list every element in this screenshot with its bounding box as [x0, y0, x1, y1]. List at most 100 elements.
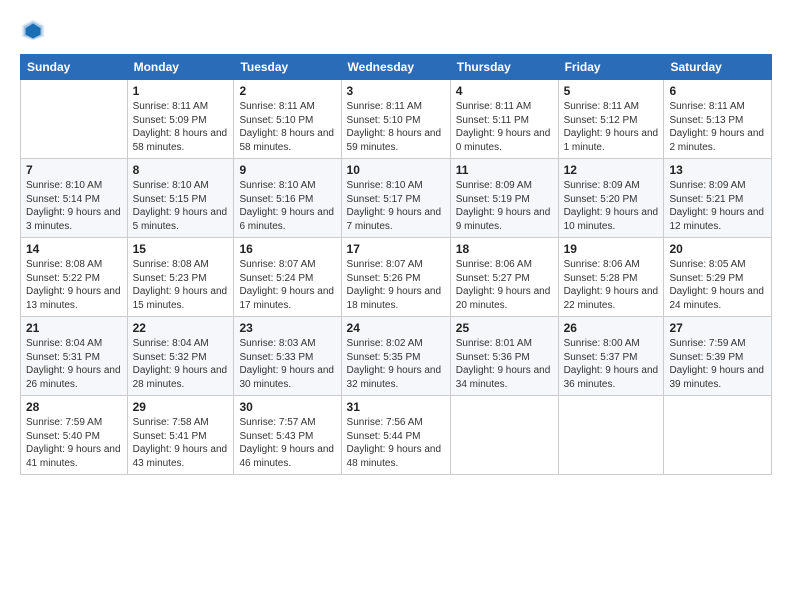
calendar-cell: 14 Sunrise: 8:08 AM Sunset: 5:22 PM Dayli… — [21, 238, 128, 317]
calendar-cell: 13 Sunrise: 8:09 AM Sunset: 5:21 PM Dayli… — [664, 159, 772, 238]
weekday-header: Thursday — [450, 55, 558, 80]
cell-date: 2 — [239, 84, 335, 98]
weekday-header: Friday — [558, 55, 664, 80]
calendar-cell: 12Sunrise: 8:09 AM Sunset: 5:20 PM Dayli… — [558, 159, 664, 238]
cell-date: 21 — [26, 321, 122, 335]
cell-info: Sunrise: 8:06 AM Sunset: 5:27 PM Dayligh… — [456, 258, 553, 312]
cell-info: Sunrise: 8:06 AM Sunset: 5:28 PM Dayligh… — [564, 258, 659, 312]
calendar-cell: 21 Sunrise: 8:04 AM Sunset: 5:31 PM Dayli… — [21, 317, 128, 396]
calendar-cell: 24 Sunrise: 8:02 AM Sunset: 5:35 PM Dayli… — [341, 317, 450, 396]
calendar-cell: 30 Sunrise: 7:57 AM Sunset: 5:43 PM Dayli… — [234, 396, 341, 475]
cell-info: Sunrise: 8:07 AM Sunset: 5:26 PM Dayligh… — [347, 258, 445, 312]
weekday-header: Sunday — [21, 55, 128, 80]
cell-date: 6 — [669, 84, 766, 98]
cell-info: Sunrise: 8:10 AM Sunset: 5:17 PM Dayligh… — [347, 179, 445, 233]
cell-info: Sunrise: 8:03 AM Sunset: 5:33 PM Dayligh… — [239, 337, 335, 391]
cell-info: Sunrise: 8:05 AM Sunset: 5:29 PM Dayligh… — [669, 258, 766, 312]
calendar-cell: 26Sunrise: 8:00 AM Sunset: 5:37 PM Dayli… — [558, 317, 664, 396]
weekday-header: Monday — [127, 55, 234, 80]
cell-info: Sunrise: 7:57 AM Sunset: 5:43 PM Dayligh… — [239, 416, 335, 470]
calendar-cell: 5 Sunrise: 8:11 AM Sunset: 5:12 PM Daylig… — [558, 80, 664, 159]
cell-date: 23 — [239, 321, 335, 335]
cell-date: 29 — [133, 400, 229, 414]
calendar-cell: 9 Sunrise: 8:10 AM Sunset: 5:16 PM Daylig… — [234, 159, 341, 238]
calendar-cell: 6Sunrise: 8:11 AM Sunset: 5:13 PM Daylig… — [664, 80, 772, 159]
calendar-cell: 23 Sunrise: 8:03 AM Sunset: 5:33 PM Dayli… — [234, 317, 341, 396]
logo-icon — [20, 16, 48, 44]
cell-date: 15 — [133, 242, 229, 256]
cell-info: Sunrise: 8:11 AM Sunset: 5:12 PM Dayligh… — [564, 100, 659, 154]
cell-info: Sunrise: 8:11 AM Sunset: 5:10 PM Dayligh… — [347, 100, 445, 154]
calendar-cell: 18Sunrise: 8:06 AM Sunset: 5:27 PM Dayli… — [450, 238, 558, 317]
cell-date: 9 — [239, 163, 335, 177]
cell-date: 7 — [26, 163, 122, 177]
calendar-cell: 22 Sunrise: 8:04 AM Sunset: 5:32 PM Dayli… — [127, 317, 234, 396]
cell-info: Sunrise: 8:00 AM Sunset: 5:37 PM Dayligh… — [564, 337, 659, 391]
cell-date: 14 — [26, 242, 122, 256]
cell-date: 8 — [133, 163, 229, 177]
calendar-cell: 29 Sunrise: 7:58 AM Sunset: 5:41 PM Dayli… — [127, 396, 234, 475]
weekday-header: Wednesday — [341, 55, 450, 80]
calendar-cell: 2 Sunrise: 8:11 AM Sunset: 5:10 PM Daylig… — [234, 80, 341, 159]
cell-info: Sunrise: 8:10 AM Sunset: 5:16 PM Dayligh… — [239, 179, 335, 233]
cell-date: 10 — [347, 163, 445, 177]
calendar-cell: 31Sunrise: 7:56 AM Sunset: 5:44 PM Dayli… — [341, 396, 450, 475]
cell-date: 30 — [239, 400, 335, 414]
calendar-cell: 17 Sunrise: 8:07 AM Sunset: 5:26 PM Dayli… — [341, 238, 450, 317]
cell-info: Sunrise: 8:11 AM Sunset: 5:11 PM Dayligh… — [456, 100, 553, 154]
cell-info: Sunrise: 8:09 AM Sunset: 5:21 PM Dayligh… — [669, 179, 766, 233]
calendar-table: SundayMondayTuesdayWednesdayThursdayFrid… — [20, 54, 772, 475]
cell-info: Sunrise: 8:04 AM Sunset: 5:32 PM Dayligh… — [133, 337, 229, 391]
calendar-week-row: 7Sunrise: 8:10 AM Sunset: 5:14 PM Daylig… — [21, 159, 772, 238]
calendar-cell: 20 Sunrise: 8:05 AM Sunset: 5:29 PM Dayli… — [664, 238, 772, 317]
cell-info: Sunrise: 8:07 AM Sunset: 5:24 PM Dayligh… — [239, 258, 335, 312]
cell-date: 17 — [347, 242, 445, 256]
calendar-week-row: 21 Sunrise: 8:04 AM Sunset: 5:31 PM Dayli… — [21, 317, 772, 396]
calendar-cell: 4 Sunrise: 8:11 AM Sunset: 5:11 PM Daylig… — [450, 80, 558, 159]
cell-date: 22 — [133, 321, 229, 335]
calendar-cell: 15 Sunrise: 8:08 AM Sunset: 5:23 PM Dayli… — [127, 238, 234, 317]
cell-date: 31 — [347, 400, 445, 414]
cell-date: 11 — [456, 163, 553, 177]
calendar-week-row: 28 Sunrise: 7:59 AM Sunset: 5:40 PM Dayli… — [21, 396, 772, 475]
cell-info: Sunrise: 8:02 AM Sunset: 5:35 PM Dayligh… — [347, 337, 445, 391]
cell-info: Sunrise: 8:08 AM Sunset: 5:23 PM Dayligh… — [133, 258, 229, 312]
cell-date: 16 — [239, 242, 335, 256]
weekday-header: Saturday — [664, 55, 772, 80]
calendar-week-row: 1 Sunrise: 8:11 AM Sunset: 5:09 PM Daylig… — [21, 80, 772, 159]
cell-date: 13 — [669, 163, 766, 177]
cell-info: Sunrise: 7:59 AM Sunset: 5:39 PM Dayligh… — [669, 337, 766, 391]
logo — [20, 16, 52, 44]
cell-info: Sunrise: 7:58 AM Sunset: 5:41 PM Dayligh… — [133, 416, 229, 470]
calendar-cell: 19 Sunrise: 8:06 AM Sunset: 5:28 PM Dayli… — [558, 238, 664, 317]
calendar-cell: 7Sunrise: 8:10 AM Sunset: 5:14 PM Daylig… — [21, 159, 128, 238]
cell-date: 19 — [564, 242, 659, 256]
calendar-cell: 11Sunrise: 8:09 AM Sunset: 5:19 PM Dayli… — [450, 159, 558, 238]
calendar-cell — [558, 396, 664, 475]
calendar-cell: 28 Sunrise: 7:59 AM Sunset: 5:40 PM Dayli… — [21, 396, 128, 475]
cell-date: 3 — [347, 84, 445, 98]
cell-date: 27 — [669, 321, 766, 335]
cell-info: Sunrise: 8:11 AM Sunset: 5:10 PM Dayligh… — [239, 100, 335, 154]
calendar-cell: 27 Sunrise: 7:59 AM Sunset: 5:39 PM Dayli… — [664, 317, 772, 396]
cell-date: 5 — [564, 84, 659, 98]
cell-date: 28 — [26, 400, 122, 414]
cell-info: Sunrise: 8:01 AM Sunset: 5:36 PM Dayligh… — [456, 337, 553, 391]
cell-info: Sunrise: 8:11 AM Sunset: 5:09 PM Dayligh… — [133, 100, 229, 154]
cell-info: Sunrise: 8:04 AM Sunset: 5:31 PM Dayligh… — [26, 337, 122, 391]
page: SundayMondayTuesdayWednesdayThursdayFrid… — [0, 0, 792, 612]
calendar-cell — [450, 396, 558, 475]
calendar-cell: 3 Sunrise: 8:11 AM Sunset: 5:10 PM Daylig… — [341, 80, 450, 159]
cell-date: 20 — [669, 242, 766, 256]
calendar-cell — [664, 396, 772, 475]
cell-date: 24 — [347, 321, 445, 335]
header — [20, 16, 772, 44]
calendar-cell — [21, 80, 128, 159]
cell-info: Sunrise: 8:08 AM Sunset: 5:22 PM Dayligh… — [26, 258, 122, 312]
cell-date: 1 — [133, 84, 229, 98]
calendar-cell: 8Sunrise: 8:10 AM Sunset: 5:15 PM Daylig… — [127, 159, 234, 238]
cell-date: 4 — [456, 84, 553, 98]
cell-info: Sunrise: 7:59 AM Sunset: 5:40 PM Dayligh… — [26, 416, 122, 470]
calendar-cell: 25Sunrise: 8:01 AM Sunset: 5:36 PM Dayli… — [450, 317, 558, 396]
calendar-cell: 10 Sunrise: 8:10 AM Sunset: 5:17 PM Dayli… — [341, 159, 450, 238]
